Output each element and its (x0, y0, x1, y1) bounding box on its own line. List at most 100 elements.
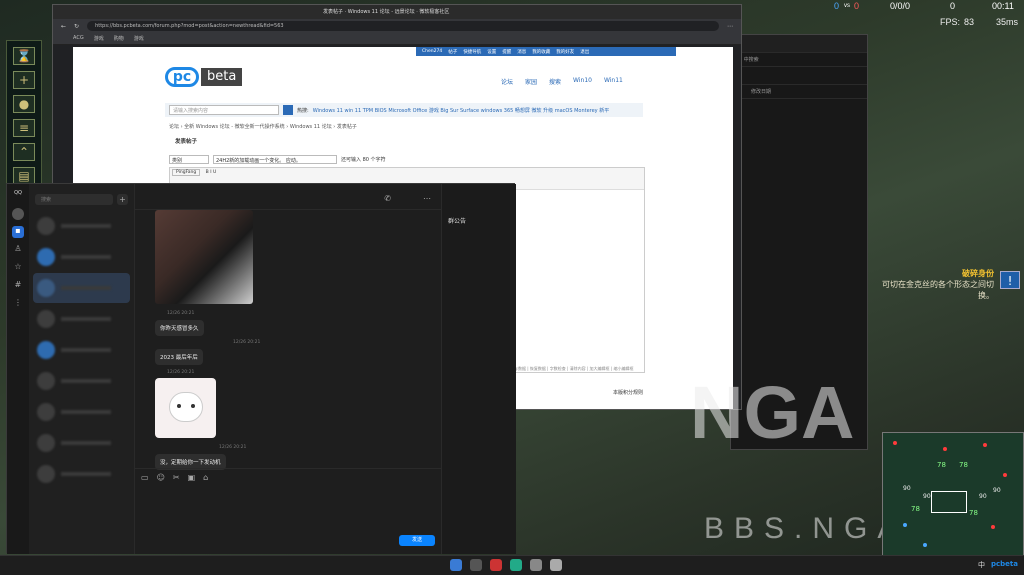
font-select[interactable]: PingFang (172, 169, 201, 176)
search-input[interactable]: 搜索 (35, 194, 113, 205)
nav-forum[interactable]: 论坛 (501, 77, 513, 86)
alert-icon[interactable]: ! (1000, 271, 1020, 289)
sticker-image[interactable] (155, 378, 216, 438)
topnav-item[interactable]: 帖子 (448, 49, 457, 55)
breadcrumb[interactable]: 论坛 › 全新 Windows 论坛 - 微软全新一代操作系统 › Window… (169, 123, 357, 130)
avatar[interactable] (12, 208, 24, 220)
bookmark-item[interactable]: 购物 (114, 35, 124, 42)
underline-icon[interactable]: U (213, 170, 216, 175)
scissors-icon[interactable]: ✂ (173, 473, 180, 482)
coins-icon[interactable]: ≡ (13, 119, 35, 137)
nav-win10[interactable]: Win10 (573, 77, 592, 86)
bookmark-item[interactable]: ACG (73, 35, 84, 42)
refresh-icon[interactable]: ↻ (74, 23, 79, 30)
game-time: 00:11 (992, 1, 1014, 11)
list-item[interactable] (33, 366, 130, 396)
phone-icon[interactable]: ✆ (384, 194, 391, 203)
hot-terms[interactable]: Windows 11 win 11 TPM BIOS Microsoft Off… (313, 107, 610, 114)
nav-win11[interactable]: Win11 (604, 77, 623, 86)
subject-input[interactable]: 24H2新的加载动画一个变化。 应动。 (213, 155, 337, 164)
nav-home[interactable]: 家园 (525, 77, 537, 86)
topnav-item[interactable]: 提醒 (502, 49, 511, 55)
gift-icon[interactable]: ⌂ (203, 473, 208, 482)
contacts-icon[interactable]: ♙ (12, 244, 24, 256)
menu-icon[interactable]: ⋯ (727, 23, 733, 30)
bg-window-search[interactable]: 站 中搜索 (731, 53, 867, 67)
minimap-count: 78 (937, 461, 946, 469)
site-logo[interactable]: pc beta (165, 67, 243, 87)
topnav-item[interactable]: 设置 (487, 49, 496, 55)
group-notice-label[interactable]: 群公告 (442, 184, 516, 225)
game-hud: 0 vs 0 0/0/0 0 00:11 (820, 0, 1024, 14)
ime-indicator[interactable]: 中 (978, 560, 985, 570)
back-icon[interactable]: ← (61, 23, 66, 30)
list-item[interactable] (33, 242, 130, 272)
url-field[interactable]: https://bbs.pcbeta.com/forum.php?mod=pos… (87, 21, 719, 31)
italic-icon[interactable]: I (210, 170, 211, 175)
score-red: 0 (854, 1, 860, 11)
send-button[interactable]: 发送 (399, 535, 435, 546)
qq-window: QQ ▪ ♙ ☆ # ⋮ 搜索 + ✆ ⋯ 12/26 20:21 你昨天感冒多… (6, 183, 516, 554)
topnav-item[interactable]: 我的好友 (556, 49, 574, 55)
type-select[interactable]: 类别 (169, 155, 209, 164)
chat-header: ✆ ⋯ (135, 184, 441, 210)
fps-label: FPS: (940, 17, 961, 27)
bookmark-item[interactable]: 游戏 (94, 35, 104, 42)
list-item[interactable] (33, 459, 130, 489)
bg-window-titlebar (731, 35, 867, 53)
app-icon[interactable] (530, 559, 542, 571)
browser-tab[interactable]: 发表帖子 · Windows 11 论坛 - 远景论坛 · 微软极客社区 (53, 5, 741, 19)
topnav-item[interactable]: 快捷导航 (463, 49, 481, 55)
search-icon[interactable] (470, 559, 482, 571)
message-time: 12/26 20:21 (233, 340, 261, 345)
nav-search[interactable]: 搜索 (549, 77, 561, 86)
bg-window-toolbar (731, 67, 867, 85)
channel-icon[interactable]: # (12, 280, 24, 292)
rank-up-icon[interactable]: ⌃ (13, 143, 35, 161)
minimap-count: 90 (979, 493, 987, 500)
topnav-item[interactable]: 我的收藏 (532, 49, 550, 55)
ability-title: 破碎身份 (962, 269, 994, 278)
image-icon[interactable]: ▣ (188, 473, 196, 482)
message-input-area[interactable]: ▭ ☺ ✂ ▣ ⌂ 发送 (135, 468, 441, 554)
topnav-item[interactable]: Chen274 (422, 49, 442, 54)
message-time: 12/26 20:21 (167, 311, 195, 316)
list-item[interactable] (33, 273, 130, 303)
chat-icon[interactable]: ▪ (12, 226, 24, 238)
list-item[interactable] (33, 335, 130, 365)
message-bubble[interactable]: 你昨天感冒多久 (155, 320, 204, 336)
bg-window-col-header[interactable]: 修改日期 (731, 85, 867, 99)
list-item[interactable] (33, 304, 130, 334)
rules-link[interactable]: 本版积分规则 (613, 389, 643, 396)
more-icon[interactable]: ⋯ (423, 194, 431, 203)
chat-image[interactable] (155, 210, 253, 304)
drop-icon[interactable]: ● (13, 95, 35, 113)
topnav-item[interactable]: 退出 (580, 49, 589, 55)
add-button[interactable]: + (117, 194, 128, 205)
emoji-icon[interactable]: ☺ (157, 473, 165, 482)
system-tray: 中 pcbeta (978, 560, 1018, 570)
edge-icon[interactable] (510, 559, 522, 571)
apps-icon[interactable]: ⋮ (12, 298, 24, 310)
star-icon[interactable]: ☆ (12, 262, 24, 274)
search-button[interactable] (283, 105, 293, 115)
topnav-item[interactable]: 消息 (517, 49, 526, 55)
app-icon[interactable] (550, 559, 562, 571)
editor-footer[interactable]: 保存数据 | 恢复数据 | 字数检查 | 清除内容 | 加大编辑框 | 缩小编辑… (510, 366, 633, 372)
bookmark-item[interactable]: 游戏 (134, 35, 144, 42)
minimap-count: 90 (923, 493, 931, 500)
app-icon[interactable] (490, 559, 502, 571)
message-bubble[interactable]: 2023 最后年后 (155, 349, 203, 365)
qq-brand: QQ (14, 190, 22, 196)
plus-icon[interactable]: + (13, 71, 35, 89)
minimap[interactable]: 78 78 78 78 90 90 90 90 (882, 432, 1024, 558)
list-item[interactable] (33, 428, 130, 458)
list-item[interactable] (33, 211, 130, 241)
bold-icon[interactable]: B (206, 170, 209, 175)
folder-icon[interactable]: ▭ (141, 473, 149, 482)
hourglass-icon[interactable]: ⌛ (13, 47, 35, 65)
list-item[interactable] (33, 397, 130, 427)
start-icon[interactable] (450, 559, 462, 571)
page-title: 发表帖子 (175, 139, 198, 145)
site-search-input[interactable]: 请输入搜索内容 (169, 105, 279, 115)
